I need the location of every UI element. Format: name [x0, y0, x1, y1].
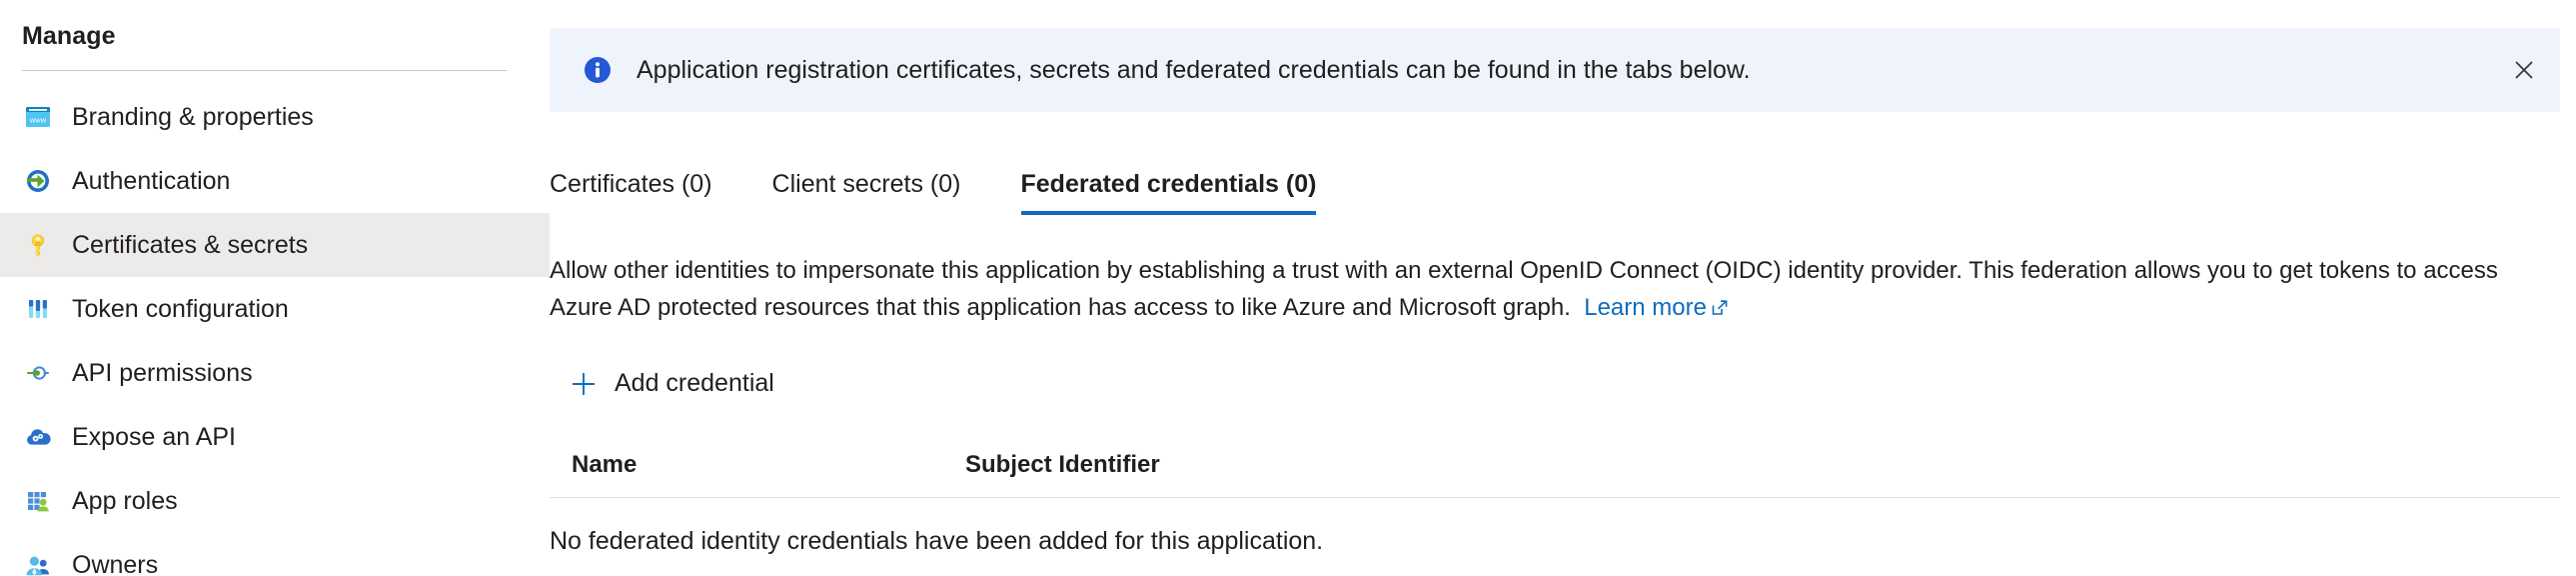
table-empty-message: No federated identity credentials have b… [550, 527, 1324, 555]
api-permissions-icon [23, 358, 53, 388]
sidebar-item-label: API permissions [72, 358, 253, 387]
column-header-subject-identifier[interactable]: Subject Identifier [965, 451, 2560, 479]
sidebar-item-certificates-secrets[interactable]: Certificates & secrets [0, 213, 550, 277]
federated-credentials-description: Allow other identities to impersonate th… [550, 252, 2513, 329]
learn-more-label: Learn more [1584, 294, 1707, 321]
close-icon[interactable] [2488, 28, 2560, 112]
svg-text:www: www [29, 116, 47, 125]
tab-certificates[interactable]: Certificates (0) [550, 170, 712, 215]
sidebar-item-owners[interactable]: Owners [0, 533, 550, 576]
sidebar-item-expose-an-api[interactable]: Expose an API [0, 405, 550, 469]
sidebar-item-label: Owners [72, 550, 159, 576]
key-icon [23, 230, 53, 260]
sidebar-item-label: App roles [72, 486, 178, 515]
table-header-row: Name Description Subject Identifier [550, 440, 2560, 490]
token-configuration-icon [23, 294, 53, 324]
sidebar-item-label: Branding & properties [72, 102, 314, 131]
owners-people-icon [23, 550, 53, 576]
expose-api-cloud-icon [23, 422, 53, 452]
sidebar-item-label: Authentication [72, 166, 231, 195]
authentication-icon [23, 166, 53, 196]
sidebar-item-authentication[interactable]: Authentication [0, 149, 550, 213]
sidebar-item-api-permissions[interactable]: API permissions [0, 341, 550, 405]
sidebar-item-label: Certificates & secrets [72, 230, 309, 259]
info-icon [581, 53, 615, 87]
federated-credentials-table: Name Description Subject Identifier [550, 440, 2560, 498]
branding-icon: www [23, 102, 53, 132]
external-link-icon [1710, 292, 1730, 329]
info-banner: Application registration certificates, s… [550, 28, 2560, 112]
plus-icon [570, 370, 598, 398]
sidebar-item-branding-properties[interactable]: www Branding & properties [0, 85, 550, 149]
learn-more-link[interactable]: Learn more [1584, 294, 1730, 321]
tab-federated-credentials[interactable]: Federated credentials (0) [1020, 170, 1316, 215]
sidebar-title: Manage [22, 22, 116, 50]
main-content: Application registration certificates, s… [550, 0, 2576, 576]
add-credential-button[interactable]: Add credential [570, 369, 774, 398]
add-credential-label: Add credential [615, 369, 774, 397]
tab-bar: Certificates (0) Client secrets (0) Fede… [550, 170, 1376, 215]
app-roles-icon [23, 486, 53, 516]
sidebar-item-label: Expose an API [72, 422, 237, 451]
tab-client-secrets[interactable]: Client secrets (0) [772, 170, 961, 215]
sidebar-item-label: Token configuration [72, 294, 289, 323]
azure-portal-pane: Manage www Branding & properties Authent… [0, 0, 2576, 576]
sidebar: Manage www Branding & properties Authent… [0, 0, 550, 576]
column-header-name[interactable]: Name [572, 451, 965, 479]
sidebar-divider [22, 70, 507, 71]
description-text: Allow other identities to impersonate th… [550, 257, 2498, 321]
table-header-divider [550, 497, 2560, 498]
info-banner-text: Application registration certificates, s… [637, 55, 1751, 84]
sidebar-item-token-configuration[interactable]: Token configuration [0, 277, 550, 341]
sidebar-item-app-roles[interactable]: App roles [0, 469, 550, 533]
sidebar-nav-list: www Branding & properties Authentication [0, 85, 550, 576]
